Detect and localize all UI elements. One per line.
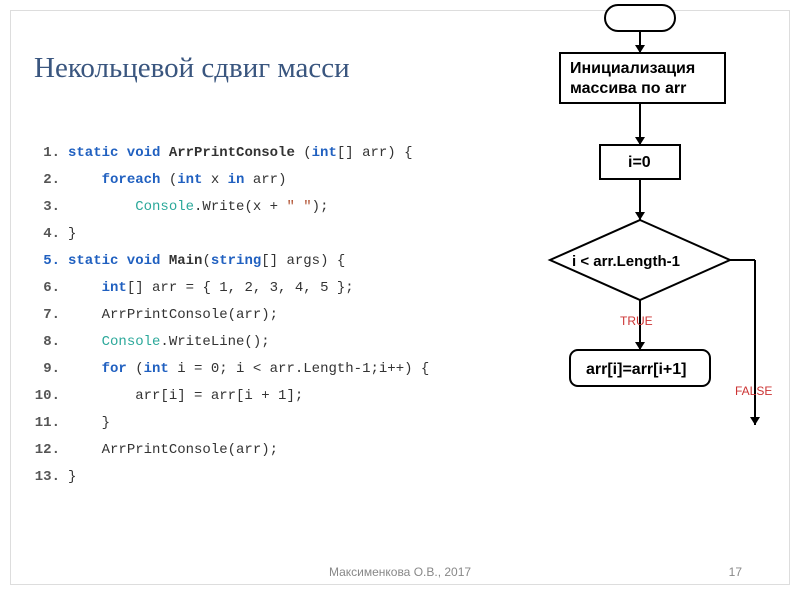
flow-init-i: i=0 — [628, 154, 651, 171]
footer-page-number: 17 — [729, 565, 742, 579]
flowchart: Инициализация массива по arr i=0 i < arr… — [520, 0, 780, 555]
code-line: 7. ArrPrintConsole(arr); — [34, 302, 429, 329]
code-line: 9. for (int i = 0; i < arr.Length-1;i++)… — [34, 356, 429, 383]
flow-init-label1: Инициализация — [570, 60, 695, 77]
code-line: 3. Console.Write(x + " "); — [34, 194, 429, 221]
flow-condition: i < arr.Length-1 — [572, 253, 680, 270]
flow-true-label: TRUE — [620, 314, 653, 328]
code-line: 4.} — [34, 221, 429, 248]
flow-init-label2: массива по arr — [570, 80, 686, 97]
flow-assign: arr[i]=arr[i+1] — [586, 361, 687, 378]
code-line: 10. arr[i] = arr[i + 1]; — [34, 383, 429, 410]
footer-attribution: Максименкова О.В., 2017 — [329, 565, 471, 579]
code-line: 6. int[] arr = { 1, 2, 3, 4, 5 }; — [34, 275, 429, 302]
code-line: 8. Console.WriteLine(); — [34, 329, 429, 356]
code-line: 13.} — [34, 464, 429, 491]
slide-title: Некольцевой сдвиг масси — [34, 52, 350, 85]
code-line: 11. } — [34, 410, 429, 437]
code-line: 5.static void Main(string[] args) { — [34, 248, 429, 275]
code-line: 1.static void ArrPrintConsole (int[] arr… — [34, 140, 429, 167]
flow-false-label: FALSE — [735, 384, 772, 398]
code-block: 1.static void ArrPrintConsole (int[] arr… — [34, 140, 429, 491]
code-line: 2. foreach (int x in arr) — [34, 167, 429, 194]
code-line: 12. ArrPrintConsole(arr); — [34, 437, 429, 464]
